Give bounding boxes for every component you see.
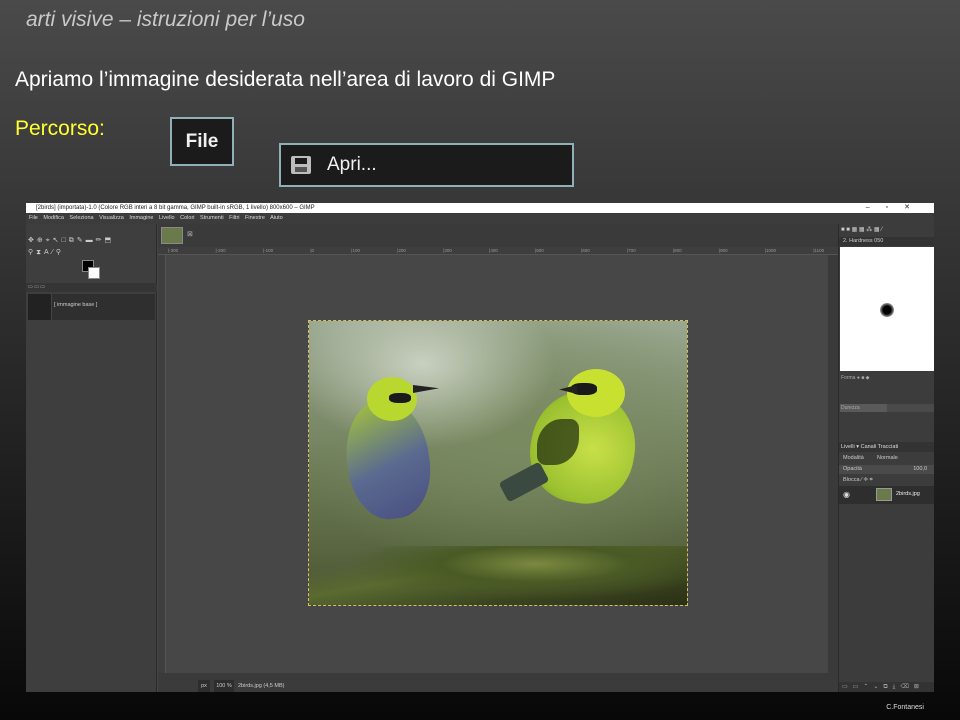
menu-modifica[interactable]: Modifica	[43, 215, 63, 221]
menu-livello[interactable]: Livello	[159, 215, 175, 221]
ruler-tick: |-200	[215, 248, 226, 253]
menubar: File Modifica Seleziona Visualizza Immag…	[26, 213, 934, 224]
window-titlebar: [2birds] (importata)-1.0 (Colore RGB int…	[26, 203, 934, 213]
image-tab-thumbnail[interactable]	[161, 227, 183, 244]
toolbox: ✥⊕⌖↖□⧉✎▬✏⬒ ⚲⧗A⁄⚲ ▭ ▭ ▭ [ immagine base ]…	[26, 224, 157, 692]
tab-tracciati[interactable]: Tracciati	[878, 444, 899, 450]
tool-icons-row-2[interactable]: ⚲⧗A⁄⚲	[28, 248, 64, 257]
minimize-button[interactable]: –	[866, 204, 886, 211]
brush-dot	[880, 303, 894, 317]
eye-icon[interactable]: ◉	[843, 490, 850, 499]
menu-immagine[interactable]: Immagine	[129, 215, 153, 221]
fg-bg-color-swatch[interactable]	[82, 260, 102, 280]
layers-footer-buttons[interactable]: ▭▭⌃⌄⧉⤓⌫⊠	[839, 682, 934, 692]
statusbar: px 100 % 2birds.jpg (4,5 MB)	[158, 680, 838, 692]
ruler-tick: |500	[535, 248, 544, 253]
right-dock: ■ ■ ▦ ▦ ⁂ ▦ ⁄ 2. Hardness 050 Forma ● ■ …	[838, 224, 934, 692]
menu-file[interactable]: File	[29, 215, 38, 221]
layer-lock-row[interactable]: Blocca ⁄ ✛ ⌗	[839, 476, 934, 485]
ruler-tick: |600	[581, 248, 590, 253]
ruler-tick: |-300	[168, 248, 179, 253]
floppy-disk-icon	[291, 156, 311, 174]
layer-mode-row[interactable]: Modalità Normale	[839, 454, 934, 463]
file-menu-label: File	[185, 130, 219, 152]
close-button[interactable]: ✕	[904, 204, 926, 211]
ruler-tick: |800	[672, 248, 682, 253]
vertical-scrollbar[interactable]	[828, 255, 838, 673]
ruler-tick: |300	[443, 248, 452, 253]
ruler-tick: |1000	[764, 248, 777, 253]
lock-label: Blocca	[843, 477, 860, 483]
menu-finestre[interactable]: Finestre	[245, 215, 265, 221]
images-dock-tabs[interactable]: ▭ ▭ ▭	[26, 283, 157, 292]
unit-select[interactable]: px	[198, 680, 210, 692]
layer-name: 2birds.jpg	[896, 491, 920, 497]
window-title: [2birds] (importata)-1.0 (Colore RGB int…	[36, 205, 315, 211]
left-bird-beak	[413, 385, 439, 393]
ruler-tick: |1100	[813, 248, 825, 253]
menu-strumenti[interactable]: Strumenti	[200, 215, 224, 221]
open-menu-crop[interactable]: Apri...	[279, 143, 574, 187]
tab-canali[interactable]: Canali	[861, 444, 877, 450]
open-menu-label: Apri...	[327, 154, 377, 175]
brush-dock-tabs[interactable]: ■ ■ ▦ ▦ ⁂ ▦ ⁄	[839, 226, 934, 236]
layers-dock-tabs[interactable]: Livelli ▾ Canali Tracciati	[839, 442, 934, 452]
opt-forma[interactable]: Forma ● ■ ◆	[840, 374, 934, 382]
ruler-tick: |-100	[262, 248, 274, 253]
mode-select[interactable]: Normale	[877, 454, 898, 463]
opt-durezza[interactable]: Durezza	[840, 404, 934, 412]
ruler-tick: |0	[310, 248, 315, 253]
ruler-tick: |200	[397, 248, 406, 253]
image-list-item[interactable]: [ immagine base ]	[28, 294, 155, 320]
opt-forma-label: Forma	[841, 375, 856, 381]
image-tabstrip: ⊠	[158, 224, 838, 247]
ruler-horizontal: |-300 |-200 |-100 |0 |100 |200 |300 |400…	[158, 247, 838, 255]
image-list-thumbnail	[28, 294, 52, 320]
tool-icons-row-1[interactable]: ✥⊕⌖↖□⧉✎▬✏⬒	[28, 236, 114, 245]
ruler-tick: |700	[627, 248, 636, 253]
brush-name: 2. Hardness 050	[839, 237, 934, 246]
slide-instruction: Apriamo l’immagine desiderata nell’area …	[15, 68, 556, 91]
ruler-tick: |100	[351, 248, 360, 253]
layer-thumbnail	[876, 488, 892, 501]
left-bird-mask	[389, 393, 411, 403]
menu-seleziona[interactable]: Seleziona	[69, 215, 93, 221]
ruler-vertical	[158, 255, 166, 673]
horizontal-scrollbar[interactable]	[158, 673, 838, 680]
status-file-info: 2birds.jpg (4,5 MB)	[238, 683, 285, 689]
slide-header: arti visive – istruzioni per l’uso	[26, 8, 305, 31]
menu-aiuto[interactable]: Aiuto	[270, 215, 283, 221]
menu-visualizza[interactable]: Visualizza	[99, 215, 124, 221]
path-label: Percorso:	[15, 117, 105, 140]
brush-preview[interactable]	[840, 247, 934, 371]
image-list-label: [ immagine base ]	[54, 302, 98, 308]
author-credit: C.Fontanesi	[886, 704, 924, 711]
gimp-window: [2birds] (importata)-1.0 (Colore RGB int…	[26, 203, 934, 692]
image-birds-photo[interactable]	[308, 320, 688, 606]
menu-filtri[interactable]: Filtri	[229, 215, 239, 221]
layer-row[interactable]: ◉ 2birds.jpg	[839, 486, 934, 504]
opacity-value[interactable]: 100,0	[913, 465, 927, 474]
zoom-select[interactable]: 100 %	[214, 680, 234, 692]
mossy-branch	[309, 546, 687, 605]
tab-livelli[interactable]: Livelli	[841, 444, 855, 450]
opacity-label: Opacità	[843, 466, 862, 472]
right-bird-tail	[498, 461, 550, 503]
file-menu-crop[interactable]: File	[170, 117, 234, 166]
mode-label: Modalità	[843, 455, 864, 461]
ruler-tick: |400	[489, 248, 498, 253]
close-tab-icon[interactable]: ⊠	[187, 230, 193, 238]
opt-durezza-label: Durezza	[841, 405, 860, 411]
menu-colori[interactable]: Colori	[180, 215, 194, 221]
ruler-tick: |900	[718, 248, 728, 253]
maximize-button[interactable]: ▫	[886, 204, 904, 211]
layer-opacity-row[interactable]: Opacità 100,0	[839, 465, 934, 474]
